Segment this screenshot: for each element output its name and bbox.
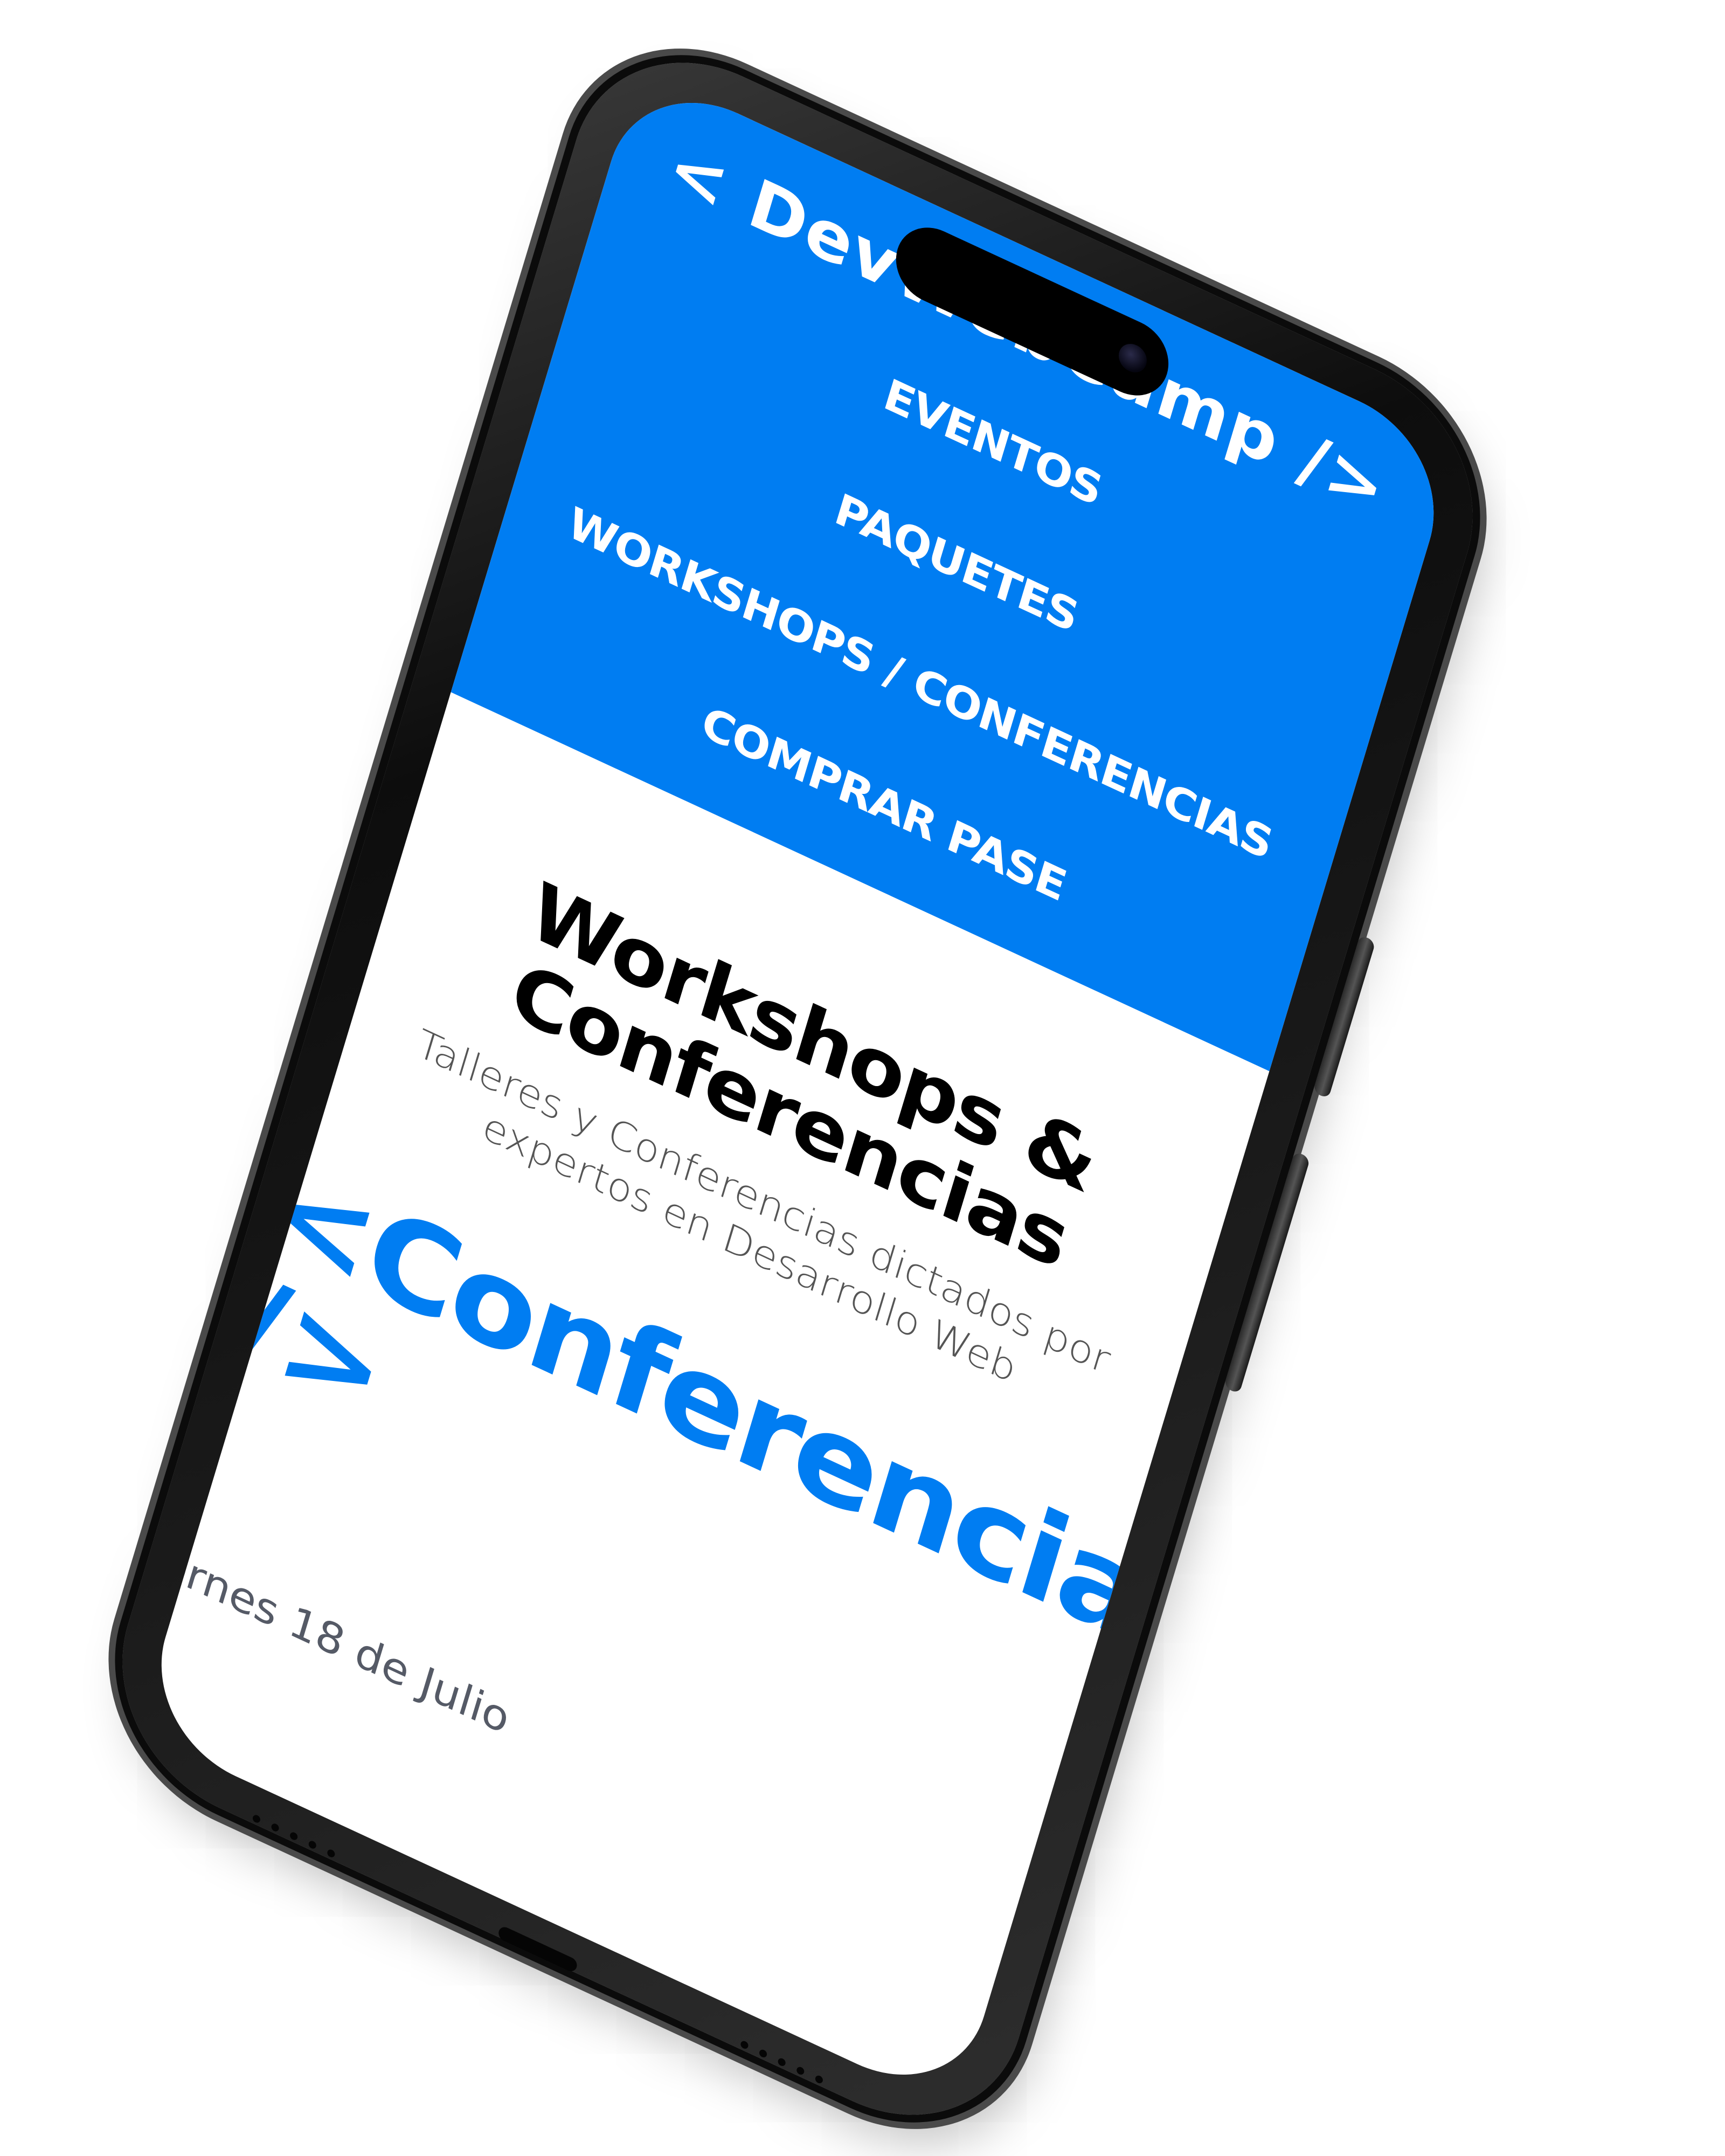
phone-screen: < DevWebCamp /> EVENTOS PAQUETES WORKSHO…	[137, 67, 1458, 2110]
nav-link-paquetes[interactable]: PAQUETES	[829, 484, 1084, 642]
phone-device: < DevWebCamp /> EVENTOS PAQUETES WORKSHO…	[91, 16, 1505, 2156]
speaker-grille-right	[739, 2040, 824, 2085]
side-button	[1223, 1151, 1311, 1394]
stage: < DevWebCamp /> EVENTOS PAQUETES WORKSHO…	[0, 0, 1725, 2156]
charging-port	[497, 1924, 579, 1974]
volume-button	[1312, 934, 1376, 1100]
speaker-grille-left	[252, 1814, 336, 1859]
front-camera-icon	[1115, 339, 1151, 377]
